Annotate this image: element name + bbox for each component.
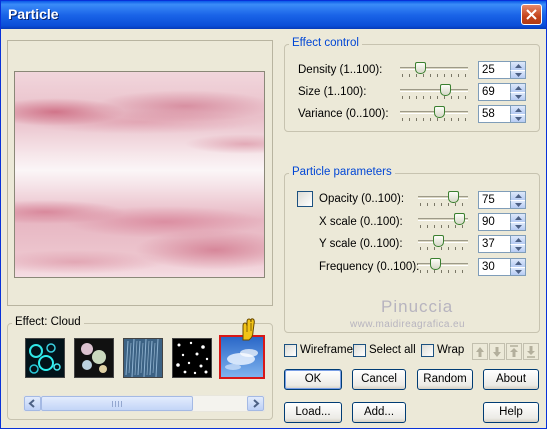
- effect-group-legend: Effect: Cloud: [12, 316, 84, 328]
- opacity-checkbox[interactable]: [297, 191, 313, 207]
- sparkles-thumbnail[interactable]: [74, 338, 114, 378]
- density-spinbox[interactable]: 25: [478, 61, 526, 79]
- opacity-spinbox[interactable]: 75: [478, 191, 526, 209]
- spin-down-button[interactable]: [510, 244, 525, 252]
- spin-down-button[interactable]: [510, 222, 525, 230]
- slider-thumb[interactable]: [433, 106, 445, 118]
- spin-down-button[interactable]: [510, 114, 525, 122]
- bubbles-icon: [26, 339, 64, 377]
- slider-thumb[interactable]: [432, 235, 444, 247]
- window-title: Particle: [8, 6, 59, 22]
- title-bar: Particle: [1, 1, 546, 29]
- x-scale-slider[interactable]: [418, 213, 468, 229]
- spin-up-button[interactable]: [510, 259, 525, 267]
- spin-down-button[interactable]: [510, 200, 525, 208]
- size-slider[interactable]: [400, 84, 468, 100]
- y-scale-slider[interactable]: [418, 235, 468, 251]
- arrow-down-icon: [493, 347, 501, 357]
- help-button[interactable]: Help: [483, 402, 539, 423]
- cancel-button[interactable]: Cancel: [352, 369, 406, 390]
- slider-thumb[interactable]: [448, 191, 459, 203]
- stars-thumbnail[interactable]: [172, 338, 212, 378]
- load-button[interactable]: Load...: [284, 402, 342, 423]
- variance-slider[interactable]: [400, 106, 468, 122]
- spin-down-button[interactable]: [510, 70, 525, 78]
- arrow-up-icon: [476, 347, 484, 357]
- spin-up-button[interactable]: [510, 106, 525, 114]
- move-down-button[interactable]: [489, 343, 505, 360]
- wireframe-label: Wireframe: [300, 344, 354, 356]
- sparkles-icon: [75, 339, 113, 377]
- close-icon: [526, 9, 537, 20]
- y-scale-spinbox[interactable]: 37: [478, 235, 526, 253]
- close-button[interactable]: [521, 4, 542, 25]
- rain-icon: [124, 338, 162, 378]
- stars-icon: [173, 339, 211, 377]
- spin-up-button[interactable]: [510, 214, 525, 222]
- spin-down-button[interactable]: [510, 267, 525, 275]
- scroll-left-button[interactable]: [24, 396, 41, 411]
- frequency-value[interactable]: 30: [482, 261, 495, 273]
- spin-up-button[interactable]: [510, 236, 525, 244]
- spin-down-button[interactable]: [510, 92, 525, 100]
- slider-thumb[interactable]: [414, 62, 426, 74]
- wireframe-checkbox[interactable]: [284, 344, 297, 357]
- bubbles-thumbnail[interactable]: [25, 338, 65, 378]
- ok-button[interactable]: OK: [284, 369, 342, 390]
- add-button[interactable]: Add...: [352, 402, 406, 423]
- watermark-title: Pinuccia: [381, 297, 454, 316]
- cloud-icon: [221, 337, 263, 377]
- size-value[interactable]: 69: [482, 86, 495, 98]
- size-spinbox[interactable]: 69: [478, 83, 526, 101]
- variance-value[interactable]: 58: [482, 108, 495, 120]
- slider-thumb[interactable]: [430, 258, 441, 270]
- spin-up-button[interactable]: [510, 62, 525, 70]
- arrow-bottom-icon: [527, 346, 535, 358]
- particle-parameters-legend: Particle parameters: [289, 166, 395, 178]
- random-button[interactable]: Random: [417, 369, 473, 390]
- effect-control-legend: Effect control: [289, 37, 362, 49]
- density-value[interactable]: 25: [482, 64, 495, 76]
- scroll-right-button[interactable]: [247, 396, 264, 411]
- chevron-right-icon: [253, 399, 260, 408]
- thumbnail-scrollbar[interactable]: [23, 395, 265, 412]
- variance-spinbox[interactable]: 58: [478, 105, 526, 123]
- frequency-slider[interactable]: [418, 258, 468, 274]
- wrap-checkbox[interactable]: [421, 344, 434, 357]
- opacity-label: Opacity (0..100):: [319, 193, 405, 205]
- slider-thumb[interactable]: [440, 84, 452, 96]
- y-scale-label: Y scale (0..100):: [319, 238, 403, 250]
- slider-thumb[interactable]: [454, 213, 465, 225]
- opacity-slider[interactable]: [418, 191, 468, 207]
- scrollbar-thumb[interactable]: [41, 396, 193, 411]
- x-scale-label: X scale (0..100):: [319, 216, 403, 228]
- watermark-url: www.maidireagrafica.eu: [350, 319, 465, 330]
- y-scale-value[interactable]: 37: [482, 238, 495, 250]
- size-label: Size (1..100):: [298, 86, 367, 98]
- x-scale-spinbox[interactable]: 90: [478, 213, 526, 231]
- move-to-bottom-button[interactable]: [523, 343, 539, 360]
- wrap-label: Wrap: [437, 344, 465, 356]
- x-scale-value[interactable]: 90: [482, 216, 495, 228]
- chevron-left-icon: [28, 399, 35, 408]
- move-up-button[interactable]: [472, 343, 488, 360]
- frequency-label: Frequency (0..100):: [319, 261, 420, 273]
- particle-dialog: Particle Effect control Density (1..100)…: [0, 0, 547, 429]
- opacity-value[interactable]: 75: [482, 194, 495, 206]
- spin-up-button[interactable]: [510, 84, 525, 92]
- spin-up-button[interactable]: [510, 192, 525, 200]
- select-all-label: Select all: [369, 344, 416, 356]
- about-button[interactable]: About: [483, 369, 539, 390]
- arrow-top-icon: [510, 345, 518, 357]
- variance-label: Variance (0..100):: [298, 108, 389, 120]
- density-label: Density (1..100):: [298, 64, 383, 76]
- frequency-spinbox[interactable]: 30: [478, 258, 526, 276]
- pointing-hand-icon: [242, 318, 255, 341]
- move-to-top-button[interactable]: [506, 343, 522, 360]
- select-all-checkbox[interactable]: [353, 344, 366, 357]
- density-slider[interactable]: [400, 62, 468, 78]
- effect-preview: [14, 71, 265, 278]
- rain-thumbnail[interactable]: [123, 338, 163, 378]
